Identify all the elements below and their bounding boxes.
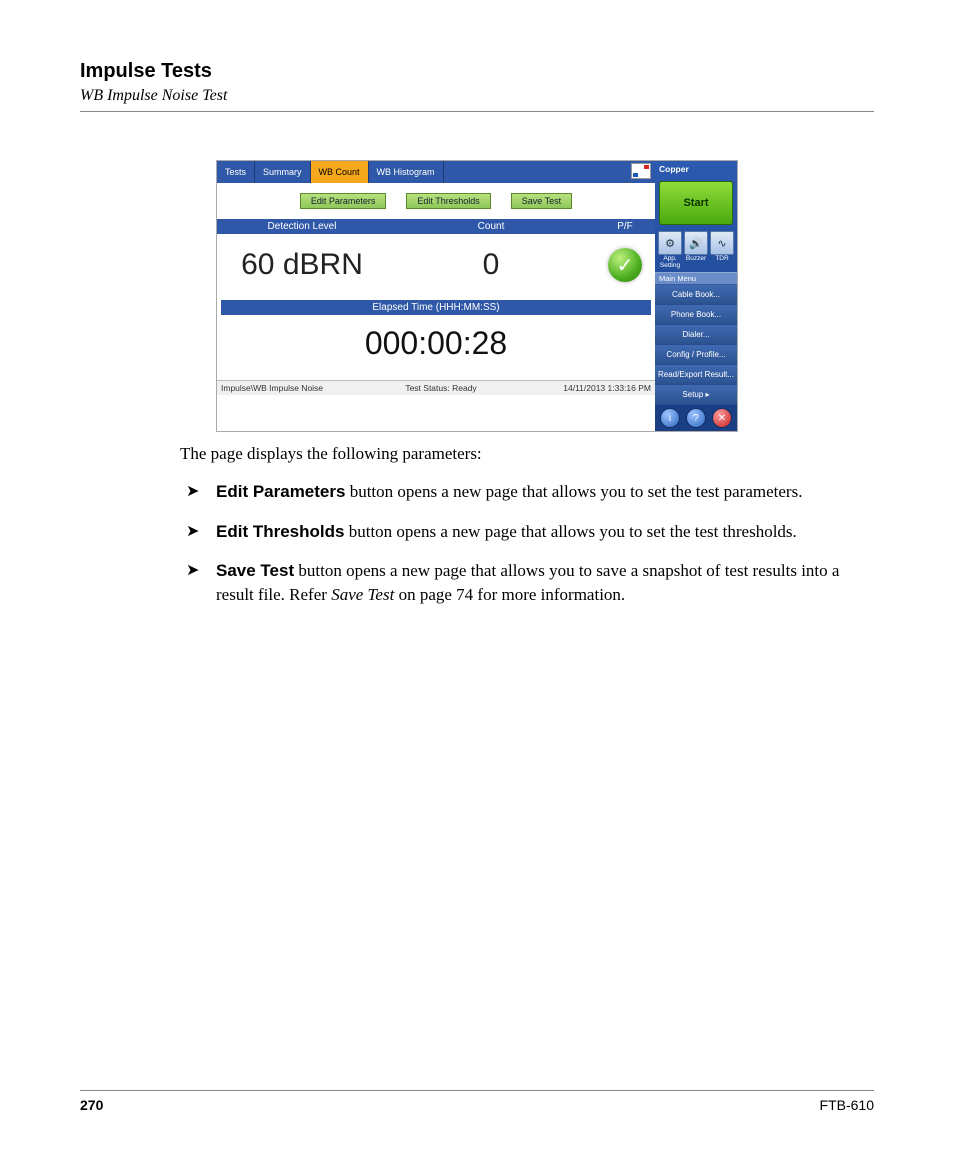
status-bar: Impulse\WB Impulse Noise Test Status: Re… [217,380,655,395]
tdr-label: TDR [709,255,735,269]
section-title: Impulse Tests [80,60,874,83]
bullet-text: button opens a new page that allows you … [344,522,796,541]
bullet-text: button opens a new page that allows you … [345,482,802,501]
start-button[interactable]: Start [659,181,733,225]
status-datetime: 14/11/2013 1:33:16 PM [511,383,651,393]
intro-line: The page displays the following paramete… [180,442,854,466]
col-header-pf: P/F [595,219,655,234]
menu-cable-book[interactable]: Cable Book... [655,285,737,305]
count-value: 0 [387,248,595,282]
bullet-text-b: on page 74 for more information. [394,585,625,604]
edit-thresholds-button[interactable]: Edit Thresholds [406,193,490,209]
tab-wb-histogram[interactable]: WB Histogram [369,161,444,183]
bullet-edit-parameters: Edit Parameters button opens a new page … [180,480,854,504]
result-columns-header: Detection Level Count P/F [217,219,655,234]
footer-rule [80,1090,874,1091]
page-header: Impulse Tests WB Impulse Noise Test [80,60,874,112]
col-header-detection-level: Detection Level [217,219,387,234]
menu-config-profile[interactable]: Config / Profile... [655,345,737,365]
tab-summary[interactable]: Summary [255,161,311,183]
menu-setup[interactable]: Setup [655,385,737,405]
page: Impulse Tests WB Impulse Noise Test Test… [0,0,954,1159]
result-row: 60 dBRN 0 ✓ [217,234,655,300]
menu-dialer[interactable]: Dialer... [655,325,737,345]
action-button-row: Edit Parameters Edit Thresholds Save Tes… [217,183,655,219]
bullet-bold: Save Test [216,561,294,580]
bullet-italic: Save Test [331,585,394,604]
body-text: The page displays the following paramete… [180,442,854,607]
bullet-bold: Edit Parameters [216,482,345,501]
model-number: FTB-610 [820,1097,874,1113]
buzzer-label: Buzzer [683,255,709,269]
tab-tests[interactable]: Tests [217,161,255,183]
tab-wb-count[interactable]: WB Count [311,161,369,183]
pass-checkmark-icon: ✓ [608,248,642,282]
device-screenshot: Tests Summary WB Count WB Histogram Edit… [216,160,738,432]
edit-parameters-button[interactable]: Edit Parameters [300,193,387,209]
main-menu-label: Main Menu [655,272,737,285]
header-rule [80,111,874,112]
bullet-list: Edit Parameters button opens a new page … [180,480,854,607]
save-test-button[interactable]: Save Test [511,193,572,209]
pf-value: ✓ [595,248,655,282]
page-number: 270 [80,1097,103,1113]
app-setting-label: App. Setting [657,255,683,269]
elapsed-time-label: Elapsed Time (HHH:MM:SS) [221,300,651,315]
side-icons-row: ⚙ 🔊 ∿ [655,229,737,255]
elapsed-time-value: 000:00:28 [217,315,655,380]
side-panel-title: Copper [655,161,737,177]
tdr-icon[interactable]: ∿ [710,231,734,255]
side-footer: i ? ✕ [655,405,737,431]
screenshot-main-area: Tests Summary WB Count WB Histogram Edit… [217,161,655,431]
close-icon[interactable]: ✕ [712,408,732,428]
status-path: Impulse\WB Impulse Noise [221,383,371,393]
bullet-save-test: Save Test button opens a new page that a… [180,559,854,607]
buzzer-icon[interactable]: 🔊 [684,231,708,255]
footer-row: 270 FTB-610 [80,1097,874,1113]
tabs-row: Tests Summary WB Count WB Histogram [217,161,655,183]
bullet-bold: Edit Thresholds [216,522,344,541]
connection-indicator-icon [631,163,651,179]
section-subtitle: WB Impulse Noise Test [80,87,874,105]
menu-phone-book[interactable]: Phone Book... [655,305,737,325]
menu-read-export[interactable]: Read/Export Result... [655,365,737,385]
tabs-spacer [444,161,629,183]
col-header-count: Count [387,219,595,234]
side-icons-labels: App. Setting Buzzer TDR [655,255,737,272]
detection-level-value: 60 dBRN [217,248,387,282]
page-footer: 270 FTB-610 [80,1090,874,1113]
side-panel: Copper Start ⚙ 🔊 ∿ App. Setting Buzzer T… [655,161,737,431]
help-icon[interactable]: ? [686,408,706,428]
status-text: Test Status: Ready [371,383,511,393]
app-setting-icon[interactable]: ⚙ [658,231,682,255]
bullet-edit-thresholds: Edit Thresholds button opens a new page … [180,520,854,544]
info-icon[interactable]: i [660,408,680,428]
